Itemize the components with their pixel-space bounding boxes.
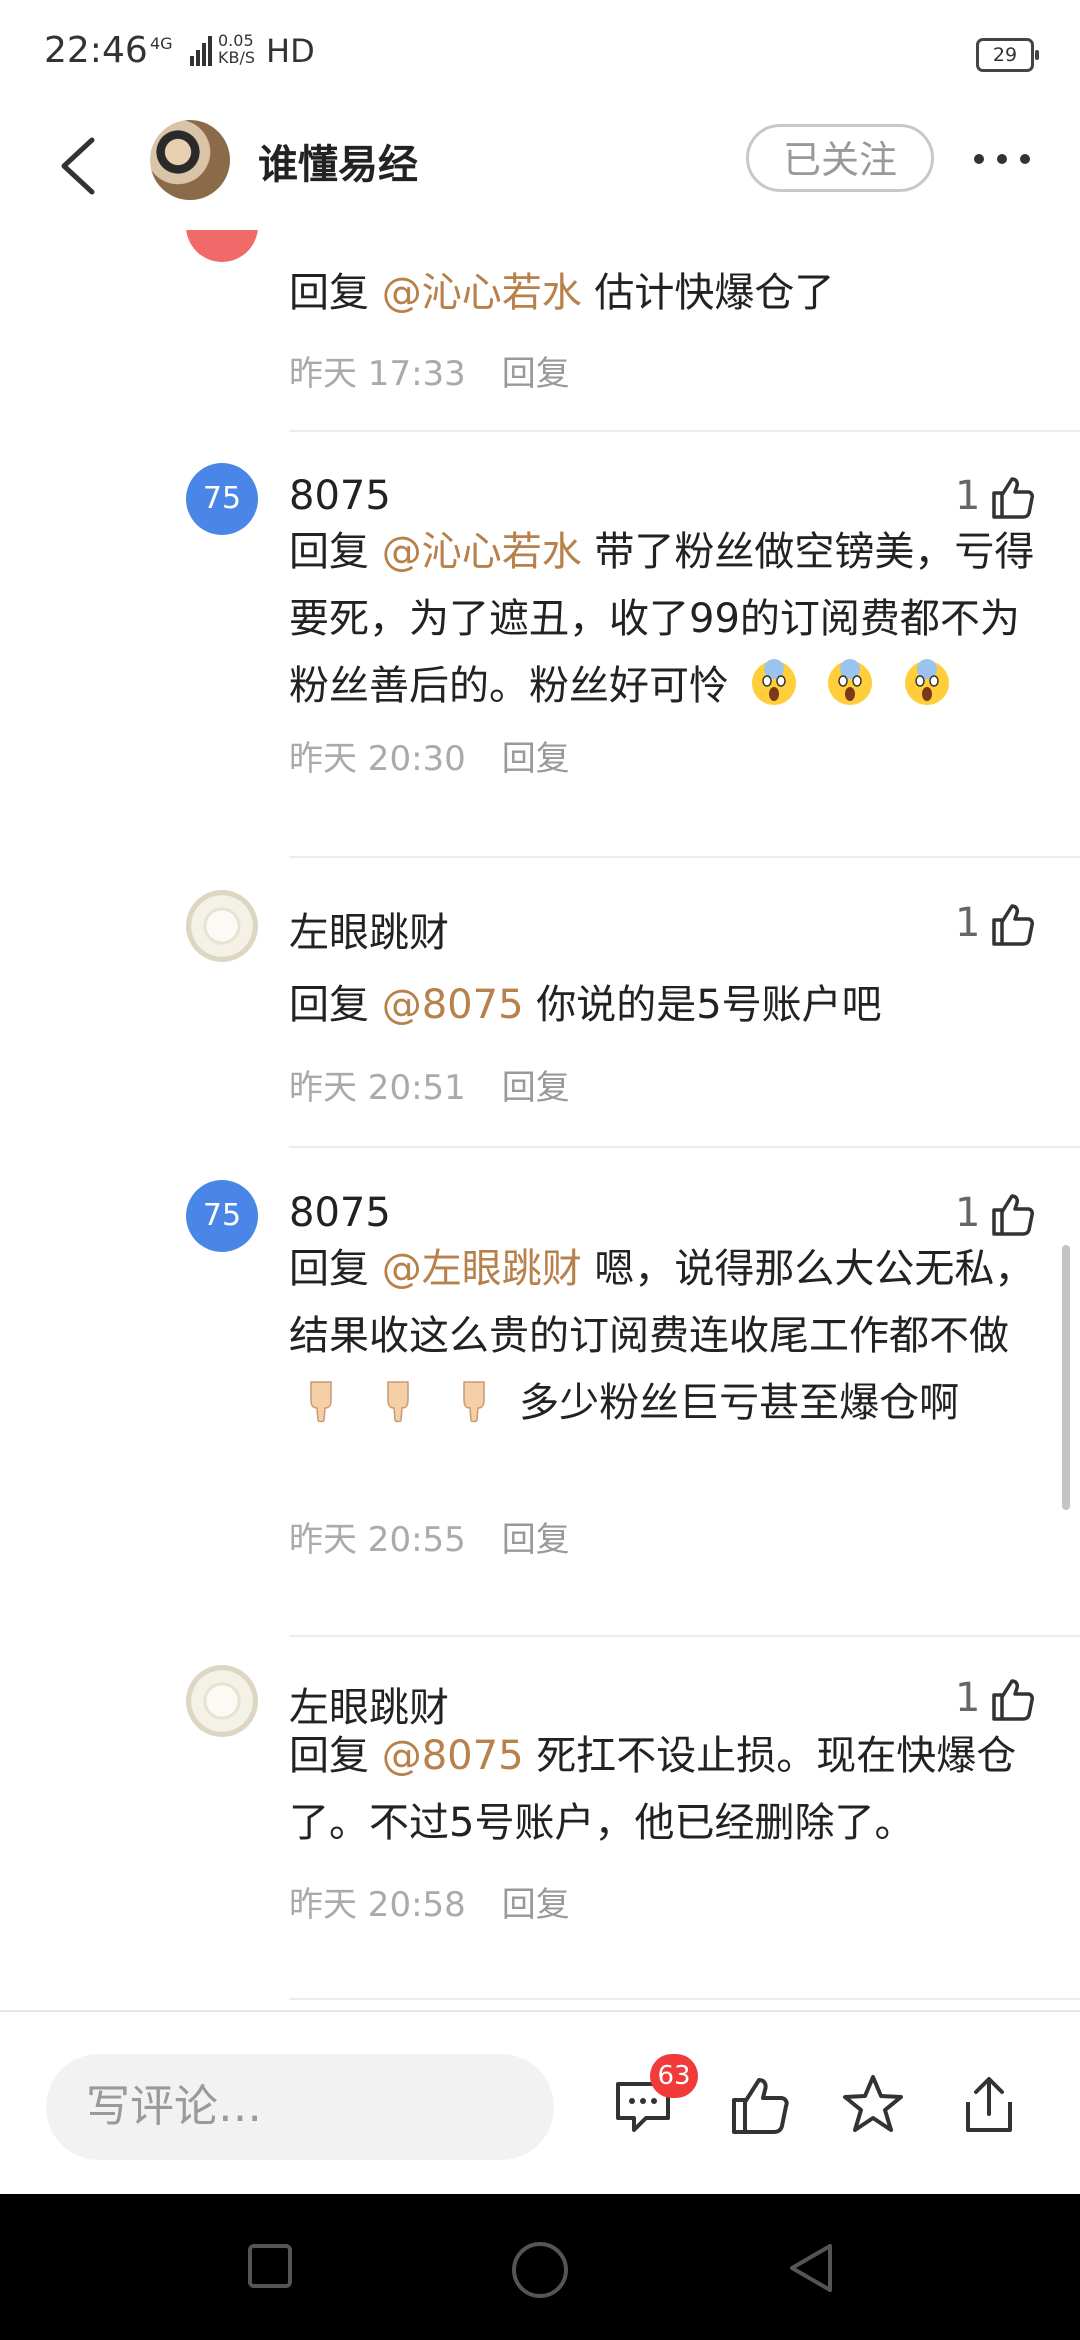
battery-icon: 29 [976, 38, 1039, 72]
comment-meta: 昨天 17:33 回复 [289, 346, 570, 395]
comment-time: 昨天 20:58 [289, 1885, 466, 1925]
network-speed: 0.05 KB/S [218, 32, 255, 66]
reply-button[interactable]: 回复 [502, 1520, 570, 1560]
star-icon[interactable] [840, 2072, 906, 2138]
avatar[interactable]: 75 [186, 463, 258, 535]
follow-button[interactable]: 已关注 [746, 124, 934, 192]
back-arrow-icon[interactable] [50, 126, 110, 206]
comment-username[interactable]: 8075 [289, 473, 391, 519]
network-type: 4G [150, 34, 173, 53]
back-triangle-icon[interactable] [786, 2240, 836, 2296]
comment-username[interactable]: 8075 [289, 1190, 391, 1236]
scream-emoji [751, 659, 796, 705]
hd-indicator: HD [266, 32, 315, 70]
system-nav-bar [0, 2194, 1080, 2340]
mention-link[interactable]: @8075 [382, 982, 524, 1028]
mention-link[interactable]: @沁心若水 [382, 529, 582, 575]
like-count: 1 [955, 900, 981, 946]
point-down-emoji [386, 1381, 409, 1423]
comment-time: 昨天 20:51 [289, 1068, 466, 1108]
mention-link[interactable]: @8075 [382, 1733, 524, 1779]
mention-link[interactable]: @沁心若水 [382, 270, 582, 316]
divider [289, 856, 1080, 858]
thumbs-up-icon[interactable] [726, 2072, 792, 2138]
comment-time: 昨天 17:33 [289, 354, 466, 394]
reply-prefix: 回复 [289, 529, 382, 575]
comment-username[interactable]: 左眼跳财 [289, 900, 449, 958]
bottom-action-bar: 写评论… 63 [0, 2010, 1080, 2196]
signal-icon [190, 36, 212, 66]
like-count: 1 [955, 1675, 981, 1721]
comment-time: 昨天 20:30 [289, 739, 466, 779]
divider [289, 430, 1080, 432]
avatar[interactable] [186, 890, 258, 962]
recents-square-icon[interactable] [246, 2240, 294, 2292]
point-down-emoji [310, 1381, 332, 1423]
comment-meta: 昨天 20:51 回复 [289, 1060, 570, 1109]
divider [289, 1635, 1080, 1637]
like-count: 1 [955, 1190, 981, 1236]
page-title[interactable]: 谁懂易经 [258, 132, 418, 190]
avatar[interactable] [186, 1665, 258, 1737]
comment-meta: 昨天 20:55 回复 [289, 1512, 570, 1561]
thumbs-up-icon[interactable] [988, 1675, 1036, 1723]
thumbs-up-icon[interactable] [988, 900, 1036, 948]
divider [289, 1146, 1080, 1148]
comment-body-end: 多少粉丝巨亏甚至爆仓啊 [519, 1380, 960, 1426]
comment-text: 回复 @沁心若水 估计快爆仓了 [289, 260, 1049, 327]
comment-list: 回复 @沁心若水 估计快爆仓了 昨天 17:33 回复 75 8075 1 回复 … [0, 230, 1080, 2010]
author-avatar[interactable] [150, 120, 230, 200]
scream-emoji [828, 659, 873, 705]
thumbs-up-icon[interactable] [988, 1190, 1036, 1238]
more-dots-icon[interactable] [970, 128, 1034, 188]
comment-meta: 昨天 20:30 回复 [289, 731, 570, 780]
scrollbar[interactable] [1062, 1245, 1070, 1510]
avatar[interactable] [186, 230, 258, 262]
status-time: 22:46 [44, 30, 148, 71]
comment-text: 回复 @左眼跳财 嗯，说得那么大公无私，结果收这么贵的订阅费连收尾工作都不做 多… [289, 1236, 1049, 1437]
thumbs-up-icon[interactable] [988, 473, 1036, 521]
home-circle-icon[interactable] [510, 2240, 570, 2300]
point-down-emoji [463, 1381, 486, 1423]
scream-emoji [905, 659, 950, 705]
reply-button[interactable]: 回复 [502, 1885, 570, 1925]
share-icon[interactable] [956, 2072, 1022, 2138]
comment-meta: 昨天 20:58 回复 [289, 1877, 570, 1926]
comment-text: 回复 @8075 死扛不设止损。现在快爆仓了。不过5号账户，他已经删除了。 [289, 1723, 1049, 1857]
comment-text: 回复 @8075 你说的是5号账户吧 [289, 972, 1049, 1039]
comment-count-badge: 63 [650, 2054, 698, 2098]
battery-level: 29 [992, 44, 1018, 66]
reply-prefix: 回复 [289, 270, 382, 316]
speed-unit: KB/S [218, 48, 256, 67]
comment-time: 昨天 20:55 [289, 1520, 466, 1560]
comment-input[interactable]: 写评论… [46, 2054, 554, 2160]
avatar[interactable]: 75 [186, 1180, 258, 1252]
reply-button[interactable]: 回复 [502, 1068, 570, 1108]
reply-button[interactable]: 回复 [502, 354, 570, 394]
comment-text: 回复 @沁心若水 带了粉丝做空镑美，亏得要死，为了遮丑，收了99的订阅费都不为粉… [289, 519, 1049, 720]
reply-prefix: 回复 [289, 1733, 382, 1779]
reply-button[interactable]: 回复 [502, 739, 570, 779]
reply-prefix: 回复 [289, 982, 382, 1028]
page-header: 谁懂易经 已关注 [0, 110, 1080, 230]
reply-prefix: 回复 [289, 1246, 382, 1292]
status-bar: 22:46 4G 0.05 KB/S HD 29 [0, 0, 1080, 110]
mention-link[interactable]: @左眼跳财 [382, 1246, 582, 1292]
comment-body: 估计快爆仓了 [581, 270, 835, 316]
comment-body: 你说的是5号账户吧 [523, 982, 882, 1028]
like-count: 1 [955, 473, 981, 519]
divider [289, 1998, 1080, 2000]
